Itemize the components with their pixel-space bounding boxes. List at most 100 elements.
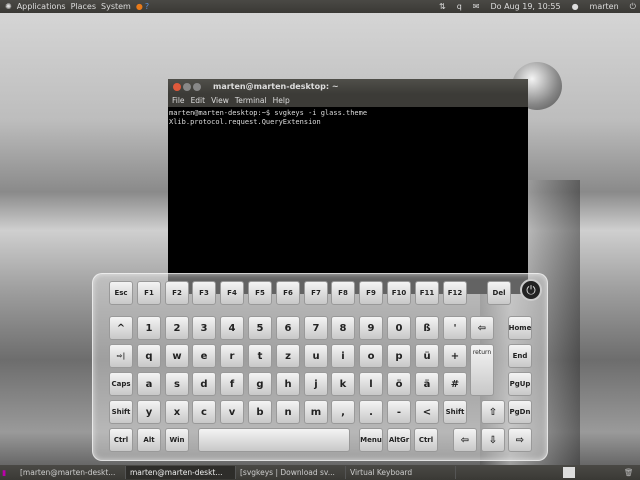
key-i[interactable]: i: [331, 344, 355, 368]
menu-system[interactable]: System: [101, 2, 131, 11]
key-shift[interactable]: Shift: [443, 400, 467, 424]
key-m[interactable]: m: [304, 400, 328, 424]
key-[interactable]: #: [443, 372, 467, 396]
key-2[interactable]: 2: [165, 316, 189, 340]
key-shift[interactable]: Shift: [109, 400, 133, 424]
key-[interactable]: ü: [415, 344, 439, 368]
workspace-switcher[interactable]: [563, 467, 575, 478]
key-f10[interactable]: F10: [387, 281, 411, 305]
key-s[interactable]: s: [165, 372, 189, 396]
key-o[interactable]: o: [359, 344, 383, 368]
key-pgup[interactable]: PgUp: [508, 372, 532, 396]
menu-places[interactable]: Places: [71, 2, 96, 11]
key-d[interactable]: d: [192, 372, 216, 396]
key-b[interactable]: b: [248, 400, 272, 424]
key-[interactable]: .: [359, 400, 383, 424]
power-icon[interactable]: ⏻: [630, 2, 636, 12]
mail-icon[interactable]: ✉: [473, 2, 480, 11]
key-f6[interactable]: F6: [276, 281, 300, 305]
menu-terminal[interactable]: Terminal: [235, 96, 267, 105]
key-[interactable]: ': [443, 316, 467, 340]
menu-edit[interactable]: Edit: [191, 96, 206, 105]
key-l[interactable]: l: [359, 372, 383, 396]
close-icon[interactable]: [173, 82, 181, 91]
key-f11[interactable]: F11: [415, 281, 439, 305]
key-esc[interactable]: Esc: [109, 281, 133, 305]
key-1[interactable]: 1: [137, 316, 161, 340]
key-[interactable]: ⇨: [508, 428, 532, 452]
key-x[interactable]: x: [165, 400, 189, 424]
key-[interactable]: ⇨|: [109, 344, 133, 368]
key-f8[interactable]: F8: [331, 281, 355, 305]
key-menu[interactable]: Menu: [359, 428, 383, 452]
menu-help[interactable]: Help: [273, 96, 290, 105]
key-0[interactable]: 0: [387, 316, 411, 340]
maximize-icon[interactable]: [193, 82, 201, 91]
key-6[interactable]: 6: [276, 316, 300, 340]
key-a[interactable]: a: [137, 372, 161, 396]
key-[interactable]: <: [415, 400, 439, 424]
menu-view[interactable]: View: [211, 96, 229, 105]
key-[interactable]: ⇦: [453, 428, 477, 452]
key-j[interactable]: j: [304, 372, 328, 396]
key-return[interactable]: return: [470, 344, 494, 396]
key-3[interactable]: 3: [192, 316, 216, 340]
key-n[interactable]: n: [276, 400, 300, 424]
key-f4[interactable]: F4: [220, 281, 244, 305]
key-f3[interactable]: F3: [192, 281, 216, 305]
ubuntu-logo-icon[interactable]: ✺: [5, 2, 12, 11]
key-altgr[interactable]: AltGr: [387, 428, 411, 452]
key-end[interactable]: End: [508, 344, 532, 368]
key-[interactable]: ⇧: [481, 400, 505, 424]
key-r[interactable]: r: [220, 344, 244, 368]
user-menu[interactable]: marten: [590, 2, 619, 11]
key-y[interactable]: y: [137, 400, 161, 424]
key-z[interactable]: z: [276, 344, 300, 368]
key-f5[interactable]: F5: [248, 281, 272, 305]
key-f1[interactable]: F1: [137, 281, 161, 305]
key-ctrl[interactable]: Ctrl: [109, 428, 133, 452]
key-w[interactable]: w: [165, 344, 189, 368]
key-f7[interactable]: F7: [304, 281, 328, 305]
menu-file[interactable]: File: [172, 96, 185, 105]
key-pgdn[interactable]: PgDn: [508, 400, 532, 424]
key-caps[interactable]: Caps: [109, 372, 133, 396]
key-f2[interactable]: F2: [165, 281, 189, 305]
key-[interactable]: ⇩: [481, 428, 505, 452]
minimize-icon[interactable]: [183, 82, 191, 91]
key-5[interactable]: 5: [248, 316, 272, 340]
task-virtual-keyboard[interactable]: Virtual Keyboard: [346, 466, 456, 479]
key-h[interactable]: h: [276, 372, 300, 396]
terminal-output[interactable]: marten@marten-desktop:~$ svgkeys -i glas…: [168, 107, 528, 129]
tray-text[interactable]: q: [457, 2, 462, 11]
menu-applications[interactable]: Applications: [17, 2, 66, 11]
firefox-icon[interactable]: ●: [136, 2, 143, 11]
clock[interactable]: Do Aug 19, 10:55: [490, 2, 560, 11]
key-[interactable]: ö: [387, 372, 411, 396]
key-ctrl[interactable]: Ctrl: [414, 428, 438, 452]
terminal-titlebar[interactable]: marten@marten-desktop: ~: [168, 79, 528, 94]
key-7[interactable]: 7: [304, 316, 328, 340]
key-[interactable]: -: [387, 400, 411, 424]
terminal-window[interactable]: marten@marten-desktop: ~ File Edit View …: [168, 79, 528, 294]
key-del[interactable]: Del: [487, 281, 511, 305]
key-[interactable]: ^: [109, 316, 133, 340]
key-8[interactable]: 8: [331, 316, 355, 340]
help-icon[interactable]: ?: [145, 2, 149, 11]
key-g[interactable]: g: [248, 372, 272, 396]
key-9[interactable]: 9: [359, 316, 383, 340]
key-[interactable]: ,: [331, 400, 355, 424]
key-[interactable]: ⇦: [470, 316, 494, 340]
key-win[interactable]: Win: [165, 428, 189, 452]
key-[interactable]: ä: [415, 372, 439, 396]
key-f12[interactable]: F12: [443, 281, 467, 305]
key-q[interactable]: q: [137, 344, 161, 368]
key-[interactable]: +: [443, 344, 467, 368]
key-f[interactable]: f: [220, 372, 244, 396]
key-v[interactable]: v: [220, 400, 244, 424]
task-terminal-1[interactable]: [marten@marten-deskt...: [16, 466, 126, 479]
key-p[interactable]: p: [387, 344, 411, 368]
key-t[interactable]: t: [248, 344, 272, 368]
key-4[interactable]: 4: [220, 316, 244, 340]
key-u[interactable]: u: [304, 344, 328, 368]
